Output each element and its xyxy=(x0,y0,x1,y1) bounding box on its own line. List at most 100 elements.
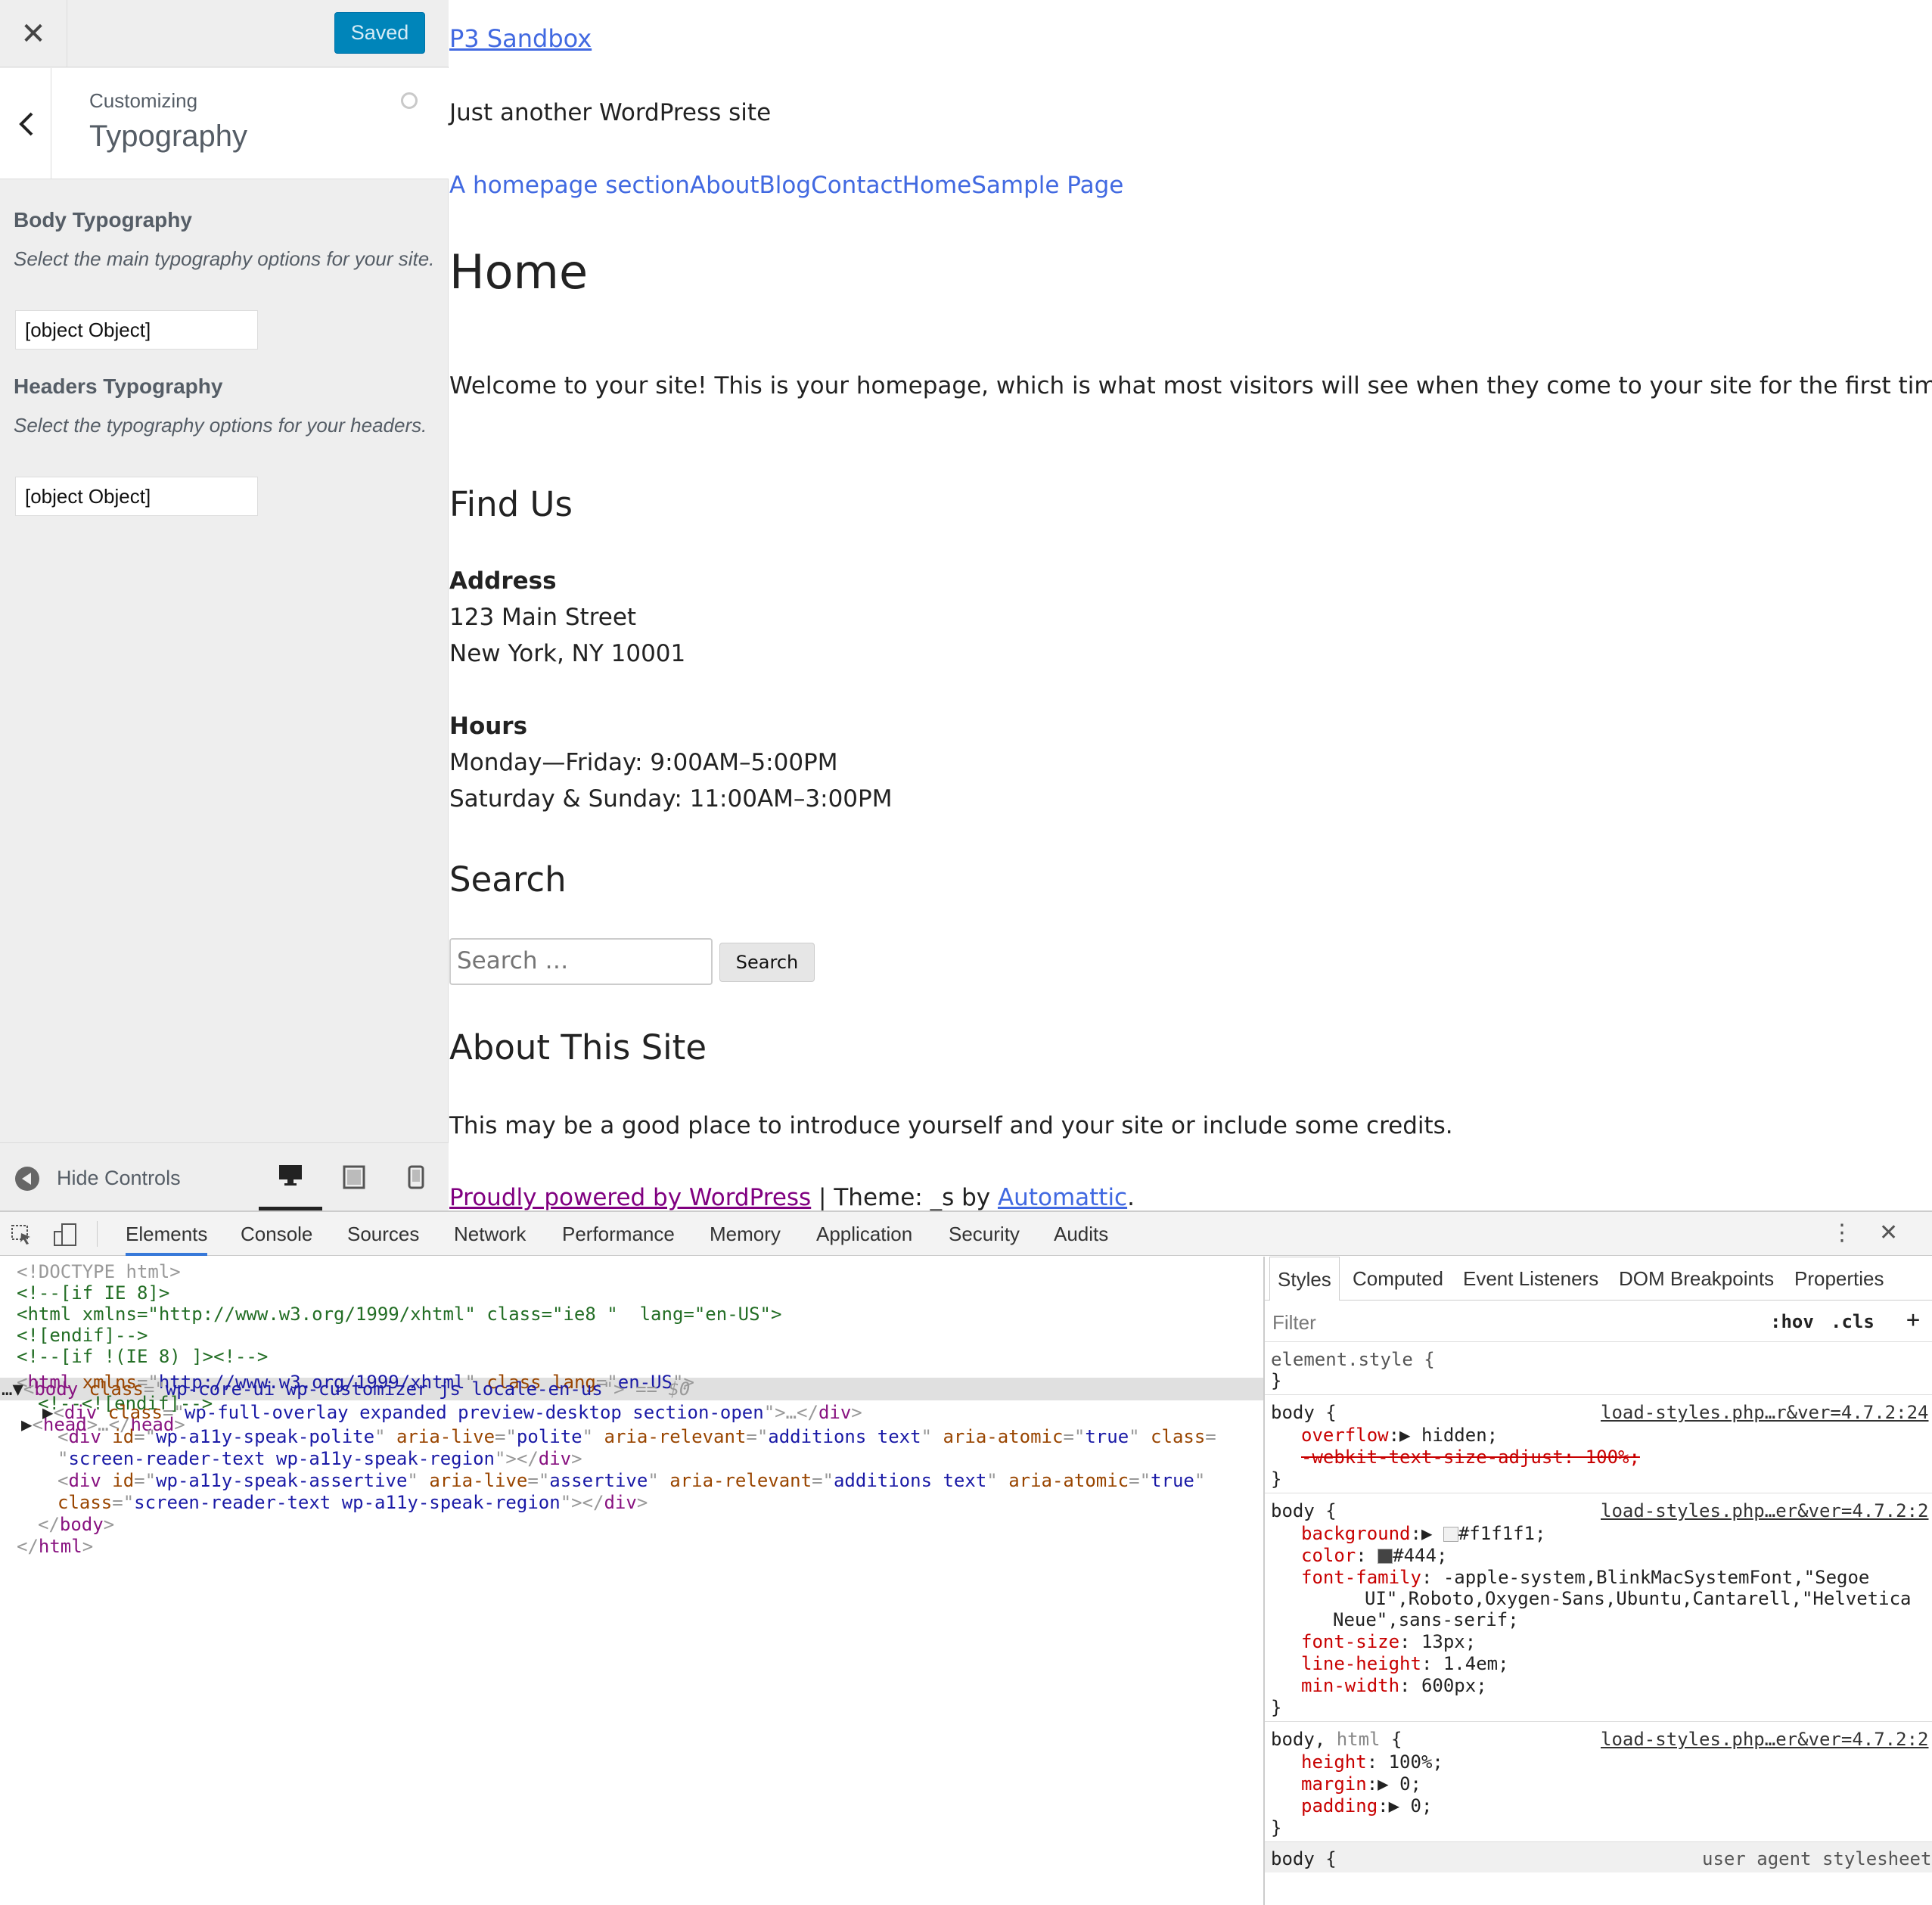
main-navigation: A homepage sectionAboutBlogContactHomeSa… xyxy=(449,172,1123,199)
dom-tree: <!DOCTYPE html> <!--[if IE 8]> <html xml… xyxy=(0,1257,1263,1905)
nav-item-about[interactable]: About xyxy=(690,172,759,199)
search-heading: Search xyxy=(449,859,567,900)
page-title: Home xyxy=(449,244,589,300)
search-input[interactable]: Search … xyxy=(449,938,713,985)
rule-source-link[interactable]: load-styles.php…r&ver=4.7.2:24 xyxy=(1601,1402,1928,1423)
site-tagline: Just another WordPress site xyxy=(449,99,772,126)
tab-console[interactable]: Console xyxy=(241,1212,312,1256)
rule-selector-body[interactable]: body { xyxy=(1271,1402,1337,1423)
rule-source-link[interactable]: load-styles.php…er&ver=4.7.2:2 xyxy=(1601,1500,1928,1521)
prop-font-size[interactable]: font-size: 13px; xyxy=(1301,1631,1476,1652)
styles-pane: Styles Computed Event Listeners DOM Brea… xyxy=(1263,1257,1932,1905)
tab-computed[interactable]: Computed xyxy=(1353,1257,1443,1301)
about-text: This may be a good place to introduce yo… xyxy=(449,1112,1453,1139)
search-button[interactable]: Search xyxy=(719,943,815,982)
devtools-tabbar: Elements Console Sources Network Perform… xyxy=(0,1212,1932,1256)
tab-styles[interactable]: Styles xyxy=(1269,1257,1340,1301)
tab-properties[interactable]: Properties xyxy=(1794,1257,1884,1301)
rule-selector-body-html[interactable]: body, html { xyxy=(1271,1729,1402,1750)
section-title: Typography xyxy=(89,120,248,153)
dom-body-node[interactable]: …▼<body class="wp-core-ui wp-customizer … xyxy=(2,1378,690,1400)
add-rule-icon[interactable]: + xyxy=(1906,1307,1920,1333)
rule-close: } xyxy=(1271,1817,1282,1838)
tablet-preview-icon[interactable] xyxy=(322,1143,386,1211)
dom-comment[interactable]: <html xmlns="http://www.w3.org/1999/xhtm… xyxy=(17,1304,781,1325)
dom-comment[interactable]: <![endif]--> xyxy=(17,1325,148,1347)
ua-stylesheet-label: user agent stylesheet xyxy=(1702,1848,1932,1869)
tab-application[interactable]: Application xyxy=(816,1212,912,1256)
automattic-link[interactable]: Automattic xyxy=(998,1184,1127,1211)
element-style-selector[interactable]: element.style { xyxy=(1271,1349,1435,1370)
tab-event-listeners[interactable]: Event Listeners xyxy=(1463,1257,1598,1301)
prop-webkit-text-size-adjust[interactable]: -webkit-text-size-adjust: 100%; xyxy=(1301,1447,1640,1468)
dom-comment[interactable]: <!--[if IE 8]> xyxy=(17,1282,169,1304)
address-line-1: 123 Main Street xyxy=(449,604,637,631)
hours-line-1: Monday—Friday: 9:00AM–5:00PM xyxy=(449,749,838,776)
rule-selector-body[interactable]: body { xyxy=(1271,1500,1337,1521)
tab-elements[interactable]: Elements xyxy=(126,1212,208,1256)
dom-comment[interactable]: <!--[if !(IE 8) ]><!--> xyxy=(17,1346,268,1368)
tab-security[interactable]: Security xyxy=(949,1212,1020,1256)
customizer-sidebar: ✕ Saved Customizing Typography Body Typo… xyxy=(0,0,449,1211)
body-typography-title: Body Typography xyxy=(14,208,192,232)
tab-audits[interactable]: Audits xyxy=(1054,1212,1108,1256)
prop-padding[interactable]: padding:▶ 0; xyxy=(1301,1795,1432,1816)
cls-toggle[interactable]: .cls xyxy=(1831,1311,1875,1332)
wordpress-link[interactable]: Proudly powered by WordPress xyxy=(449,1184,811,1211)
rule-selector-body[interactable]: body { xyxy=(1271,1848,1337,1869)
dom-doctype[interactable]: <!DOCTYPE html> xyxy=(17,1261,181,1283)
styles-filter-input[interactable]: Filter xyxy=(1272,1311,1316,1335)
customizing-label: Customizing xyxy=(89,89,198,112)
hov-toggle[interactable]: :hov xyxy=(1770,1311,1814,1332)
prop-color[interactable]: color: #444; xyxy=(1301,1545,1447,1566)
headers-typography-field[interactable]: [object Object] xyxy=(15,477,258,516)
close-icon[interactable]: ✕ xyxy=(0,0,67,67)
tab-sources[interactable]: Sources xyxy=(347,1212,419,1256)
nav-item-blog[interactable]: Blog xyxy=(759,172,812,199)
prop-overflow[interactable]: overflow:▶ hidden; xyxy=(1301,1425,1498,1446)
tab-memory[interactable]: Memory xyxy=(710,1212,781,1256)
desktop-preview-icon[interactable] xyxy=(259,1143,322,1211)
prop-font-family-cont: Neue",sans-serif; xyxy=(1333,1609,1519,1630)
headers-typography-title: Headers Typography xyxy=(14,374,223,398)
tab-performance[interactable]: Performance xyxy=(562,1212,675,1256)
device-toolbar-icon[interactable] xyxy=(53,1223,79,1251)
tab-dom-breakpoints[interactable]: DOM Breakpoints xyxy=(1619,1257,1774,1301)
inspect-icon[interactable] xyxy=(11,1224,33,1249)
site-footer: Proudly powered by WordPress | Theme: _s… xyxy=(449,1184,1135,1211)
prop-height[interactable]: height: 100%; xyxy=(1301,1751,1443,1773)
prop-min-width[interactable]: min-width: 600px; xyxy=(1301,1675,1487,1696)
site-title-link[interactable]: P3 Sandbox xyxy=(449,24,592,53)
nav-item-sample-page[interactable]: Sample Page xyxy=(971,172,1123,199)
hide-controls-button[interactable]: Hide Controls xyxy=(57,1167,181,1190)
headers-typography-description: Select the typography options for your h… xyxy=(14,414,427,437)
help-icon[interactable] xyxy=(401,92,418,109)
dom-div-polite-cont: "screen-reader-text wp-a11y-speak-region… xyxy=(57,1448,582,1469)
back-arrow-icon[interactable] xyxy=(0,68,51,179)
mobile-preview-icon[interactable] xyxy=(384,1143,448,1211)
more-options-icon[interactable]: ⋮ xyxy=(1831,1220,1853,1246)
dom-div-overlay[interactable]: ▶<div class="wp-full-overlay expanded pr… xyxy=(42,1402,862,1424)
prop-line-height[interactable]: line-height: 1.4em; xyxy=(1301,1653,1509,1674)
dom-body-close[interactable]: </body> xyxy=(38,1514,114,1536)
nav-item-home[interactable]: Home xyxy=(902,172,972,199)
body-typography-description: Select the main typography options for y… xyxy=(14,247,435,270)
prop-margin[interactable]: margin:▶ 0; xyxy=(1301,1773,1421,1795)
dom-html-close[interactable]: </html> xyxy=(17,1536,93,1558)
nav-item-homepage-section[interactable]: A homepage section xyxy=(449,172,690,199)
saved-button[interactable]: Saved xyxy=(334,12,425,54)
site-preview: P3 Sandbox Just another WordPress site A… xyxy=(449,0,1932,1211)
rule-close: } xyxy=(1271,1697,1282,1718)
address-label: Address xyxy=(449,567,557,595)
close-devtools-icon[interactable]: ✕ xyxy=(1879,1220,1898,1246)
rule-source-link[interactable]: load-styles.php…er&ver=4.7.2:2 xyxy=(1601,1729,1928,1750)
hours-line-2: Saturday & Sunday: 11:00AM–3:00PM xyxy=(449,785,893,813)
collapse-icon[interactable] xyxy=(15,1167,39,1191)
prop-background[interactable]: background:▶ #f1f1f1; xyxy=(1301,1523,1545,1544)
tab-network[interactable]: Network xyxy=(454,1212,526,1256)
prop-font-family[interactable]: font-family: -apple-system,BlinkMacSyste… xyxy=(1301,1567,1869,1588)
body-typography-field[interactable]: [object Object] xyxy=(15,310,258,350)
dom-div-polite[interactable]: <div id="wp-a11y-speak-polite" aria-live… xyxy=(57,1426,1216,1448)
nav-item-contact[interactable]: Contact xyxy=(811,172,902,199)
dom-div-assertive[interactable]: <div id="wp-a11y-speak-assertive" aria-l… xyxy=(57,1470,1205,1492)
